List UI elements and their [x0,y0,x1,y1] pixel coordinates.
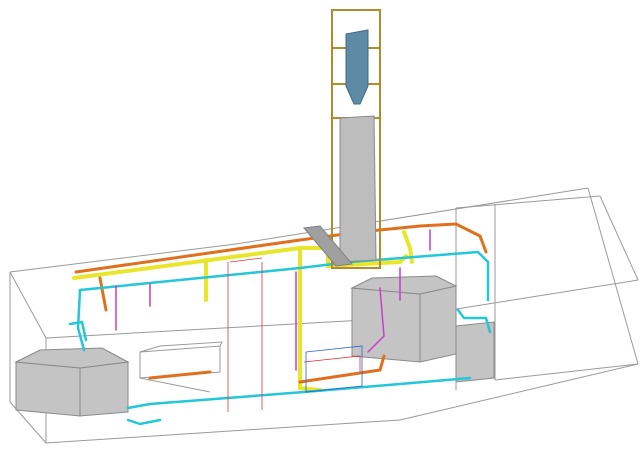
enclosure-front-top-edge [45,317,401,339]
piping-model-viewport [0,0,640,451]
yellow-pipe-riser [298,246,322,392]
cyan-pipe-tank-link [126,418,162,426]
right-tank-side [419,285,457,363]
red-line-4 [303,355,361,372]
right-tank [350,275,495,383]
cyclone-vessel [345,29,369,105]
enclosure-partition-floor [494,363,639,381]
piping-model-diagram [9,9,639,444]
left-tank-front [15,361,81,417]
column-body [339,115,377,263]
skid-floor-line [139,377,211,393]
enclosure-left-top-edge [9,271,47,339]
process-column [339,29,377,263]
orange-pipe-down [98,276,108,312]
orange-pipe-lower [148,370,212,380]
center-skid [139,341,223,393]
left-tank [14,347,130,417]
enclosure-right-mid-edge [599,195,639,281]
orange-pipe-header [74,222,488,274]
orange-pipe-right-lower [298,354,386,384]
right-pump-block [455,321,495,383]
left-tank-side [79,361,129,417]
enclosure-top-right-edge [587,187,639,365]
cyan-pipe-left-drop [76,288,86,352]
